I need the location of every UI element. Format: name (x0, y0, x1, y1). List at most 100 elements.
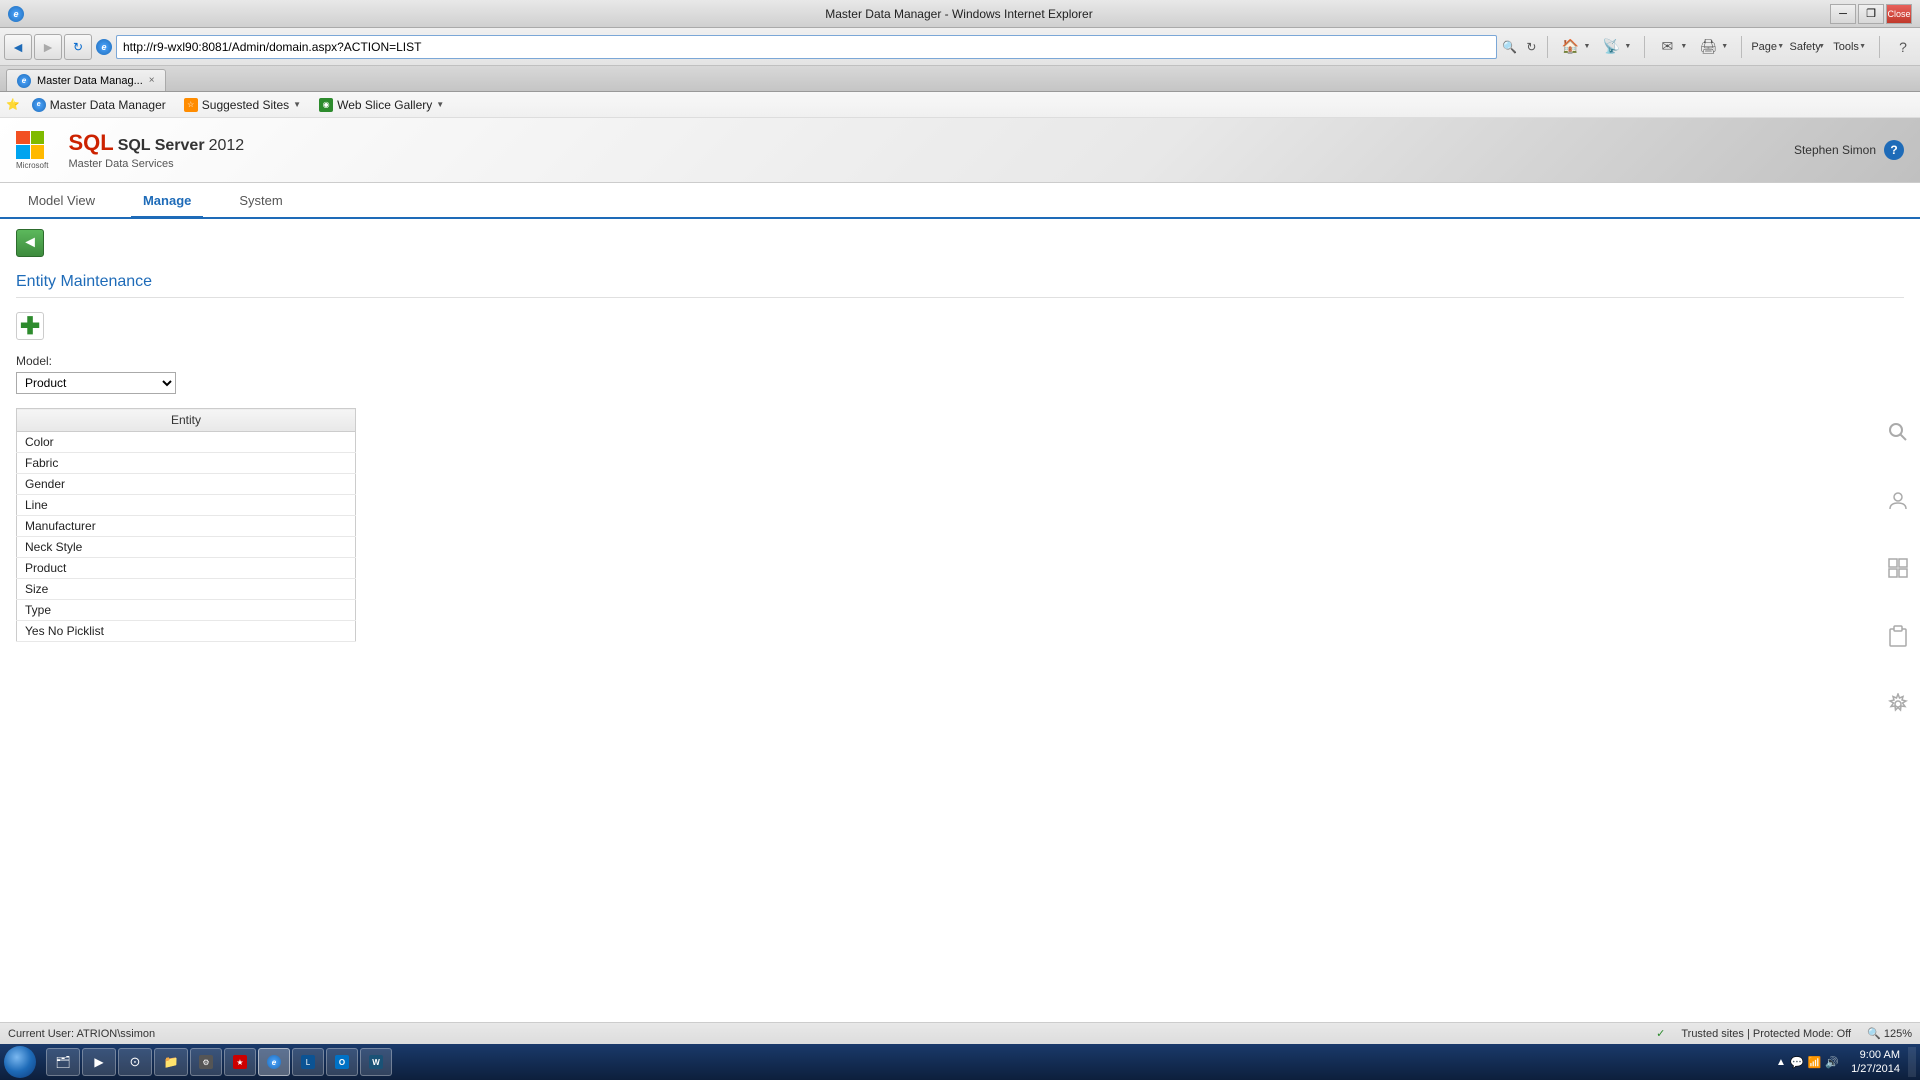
tray-up-arrow[interactable]: ▲ (1776, 1057, 1786, 1068)
ms-yellow (31, 145, 45, 159)
show-desktop-button[interactable] (1908, 1047, 1916, 1077)
table-row[interactable]: Gender (17, 474, 356, 495)
taskbar-word[interactable]: W (360, 1048, 392, 1076)
fav-suggested-sites[interactable]: ☆ Suggested Sites ▼ (178, 96, 307, 114)
table-row[interactable]: Fabric (17, 453, 356, 474)
back-arrow-icon: ◄ (22, 234, 38, 252)
logo-area: Microsoft SQL SQL Server 2012 Master Dat… (16, 130, 244, 170)
entity-cell: Fabric (17, 453, 356, 474)
search-icon[interactable]: 🔍 (1499, 37, 1519, 57)
taskbar: 🗂 ▶ ⊙ 📁 ⚙ ★ e L O W ▲ (0, 1044, 1920, 1080)
add-entity-button[interactable]: ✚ (16, 312, 44, 340)
fav-ie-icon: e (32, 98, 46, 112)
table-row[interactable]: Product (17, 558, 356, 579)
tab-system[interactable]: System (227, 185, 294, 216)
fav-item-label-1: Master Data Manager (50, 98, 166, 112)
table-row[interactable]: Type (17, 600, 356, 621)
tab-close-button[interactable]: × (149, 75, 155, 86)
trusted-label: Trusted sites | Protected Mode: Off (1681, 1028, 1851, 1040)
server-text: SQL Server (118, 137, 205, 155)
tab-bar: e Master Data Manag... × (0, 66, 1920, 92)
page-menu-button[interactable]: Page▼ (1752, 34, 1787, 60)
clock-time: 9:00 AM (1851, 1048, 1900, 1062)
app-header: Microsoft SQL SQL Server 2012 Master Dat… (0, 118, 1920, 183)
forward-button[interactable]: ► (34, 34, 62, 60)
tools-menu-button[interactable]: Tools▼ (1834, 34, 1869, 60)
ms-green (31, 131, 45, 145)
ms-logo-area: Microsoft (16, 131, 48, 170)
table-row[interactable]: Neck Style (17, 537, 356, 558)
table-row[interactable]: Color (17, 432, 356, 453)
file-explorer-icon: 🗂 (55, 1054, 71, 1070)
tab-favicon: e (17, 74, 31, 88)
trusted-icon: ✓ (1656, 1027, 1665, 1040)
back-nav-button[interactable]: ◄ (16, 229, 44, 257)
entity-cell: Manufacturer (17, 516, 356, 537)
help-button[interactable]: ? (1890, 34, 1916, 60)
sql-text: SQL (68, 130, 113, 156)
sidebar-user-icon[interactable] (1880, 482, 1916, 518)
entity-cell: Type (17, 600, 356, 621)
refresh-button[interactable]: ↻ (64, 34, 92, 60)
taskbar-ie[interactable]: e (258, 1048, 290, 1076)
table-row[interactable]: Line (17, 495, 356, 516)
read-mail-button[interactable]: ✉▼ (1655, 34, 1690, 60)
entity-cell: Size (17, 579, 356, 600)
entity-cell: Color (17, 432, 356, 453)
favorites-bar: ⭐ e Master Data Manager ☆ Suggested Site… (0, 92, 1920, 118)
tray-icon3: 🔊 (1825, 1056, 1839, 1069)
sidebar-windows-icon[interactable] (1880, 550, 1916, 586)
lync-icon: L (301, 1055, 315, 1069)
sidebar-settings-icon[interactable] (1880, 686, 1916, 722)
status-right: ✓ Trusted sites | Protected Mode: Off 🔍 … (1656, 1027, 1912, 1040)
clock[interactable]: 9:00 AM 1/27/2014 (1845, 1048, 1906, 1077)
minimize-button[interactable]: ─ (1830, 4, 1856, 24)
taskbar-media-player[interactable]: ▶ (82, 1048, 116, 1076)
taskbar-file-explorer[interactable]: 🗂 (46, 1048, 80, 1076)
main-content: ◄ Entity Maintenance ✚ Model: Product Cu… (0, 219, 1920, 1080)
taskbar-app1[interactable]: ⚙ (190, 1048, 222, 1076)
model-select[interactable]: Product Customer Account (16, 372, 176, 394)
entity-table: Entity ColorFabricGenderLineManufacturer… (16, 408, 356, 642)
table-row[interactable]: Yes No Picklist (17, 621, 356, 642)
explorer-icon: 📁 (163, 1054, 179, 1070)
print-button[interactable]: 🖨▼ (1696, 34, 1731, 60)
tab-manage[interactable]: Manage (131, 185, 203, 219)
taskbar-outlook[interactable]: O (326, 1048, 358, 1076)
nav-tabs: Model View Manage System (0, 183, 1920, 219)
tab-model-view[interactable]: Model View (16, 185, 107, 216)
table-row[interactable]: Manufacturer (17, 516, 356, 537)
close-button[interactable]: Close (1886, 4, 1912, 24)
taskbar-app2[interactable]: ★ (224, 1048, 256, 1076)
ie-logo-small: e (8, 6, 24, 22)
sidebar-clipboard-icon[interactable] (1880, 618, 1916, 654)
active-tab[interactable]: e Master Data Manag... × (6, 69, 166, 91)
clock-date: 1/27/2014 (1851, 1062, 1900, 1076)
help-circle-button[interactable]: ? (1884, 140, 1904, 160)
start-button[interactable] (4, 1046, 36, 1078)
feeds-button[interactable]: 📡▼ (1599, 34, 1634, 60)
refresh-page-icon[interactable]: ↻ (1521, 37, 1541, 57)
fav-master-data-manager[interactable]: e Master Data Manager (26, 96, 172, 114)
suggested-arrow: ▼ (293, 100, 301, 109)
chrome-icon: ⊙ (127, 1054, 143, 1070)
home-button[interactable]: 🏠▼ (1558, 34, 1593, 60)
tray-icon1: 💬 (1790, 1056, 1804, 1069)
taskbar-lync[interactable]: L (292, 1048, 324, 1076)
table-row[interactable]: Size (17, 579, 356, 600)
media-player-icon: ▶ (91, 1054, 107, 1070)
current-user-label: Current User: ATRION\ssimon (8, 1028, 155, 1040)
taskbar-chrome[interactable]: ⊙ (118, 1048, 152, 1076)
back-button[interactable]: ◄ (4, 34, 32, 60)
tab-label: Master Data Manag... (37, 75, 143, 87)
taskbar-windows-explorer[interactable]: 📁 (154, 1048, 188, 1076)
safety-menu-button[interactable]: Safety▼ (1793, 34, 1828, 60)
sidebar-search-icon[interactable] (1880, 414, 1916, 450)
fav-web-slice-gallery[interactable]: ◉ Web Slice Gallery ▼ (313, 96, 450, 114)
address-input[interactable] (116, 35, 1497, 59)
word-icon: W (369, 1055, 383, 1069)
restore-button[interactable]: ❐ (1858, 4, 1884, 24)
ms-logo-grid (16, 131, 44, 159)
entity-cell: Gender (17, 474, 356, 495)
window-title: Master Data Manager - Windows Internet E… (88, 7, 1830, 21)
